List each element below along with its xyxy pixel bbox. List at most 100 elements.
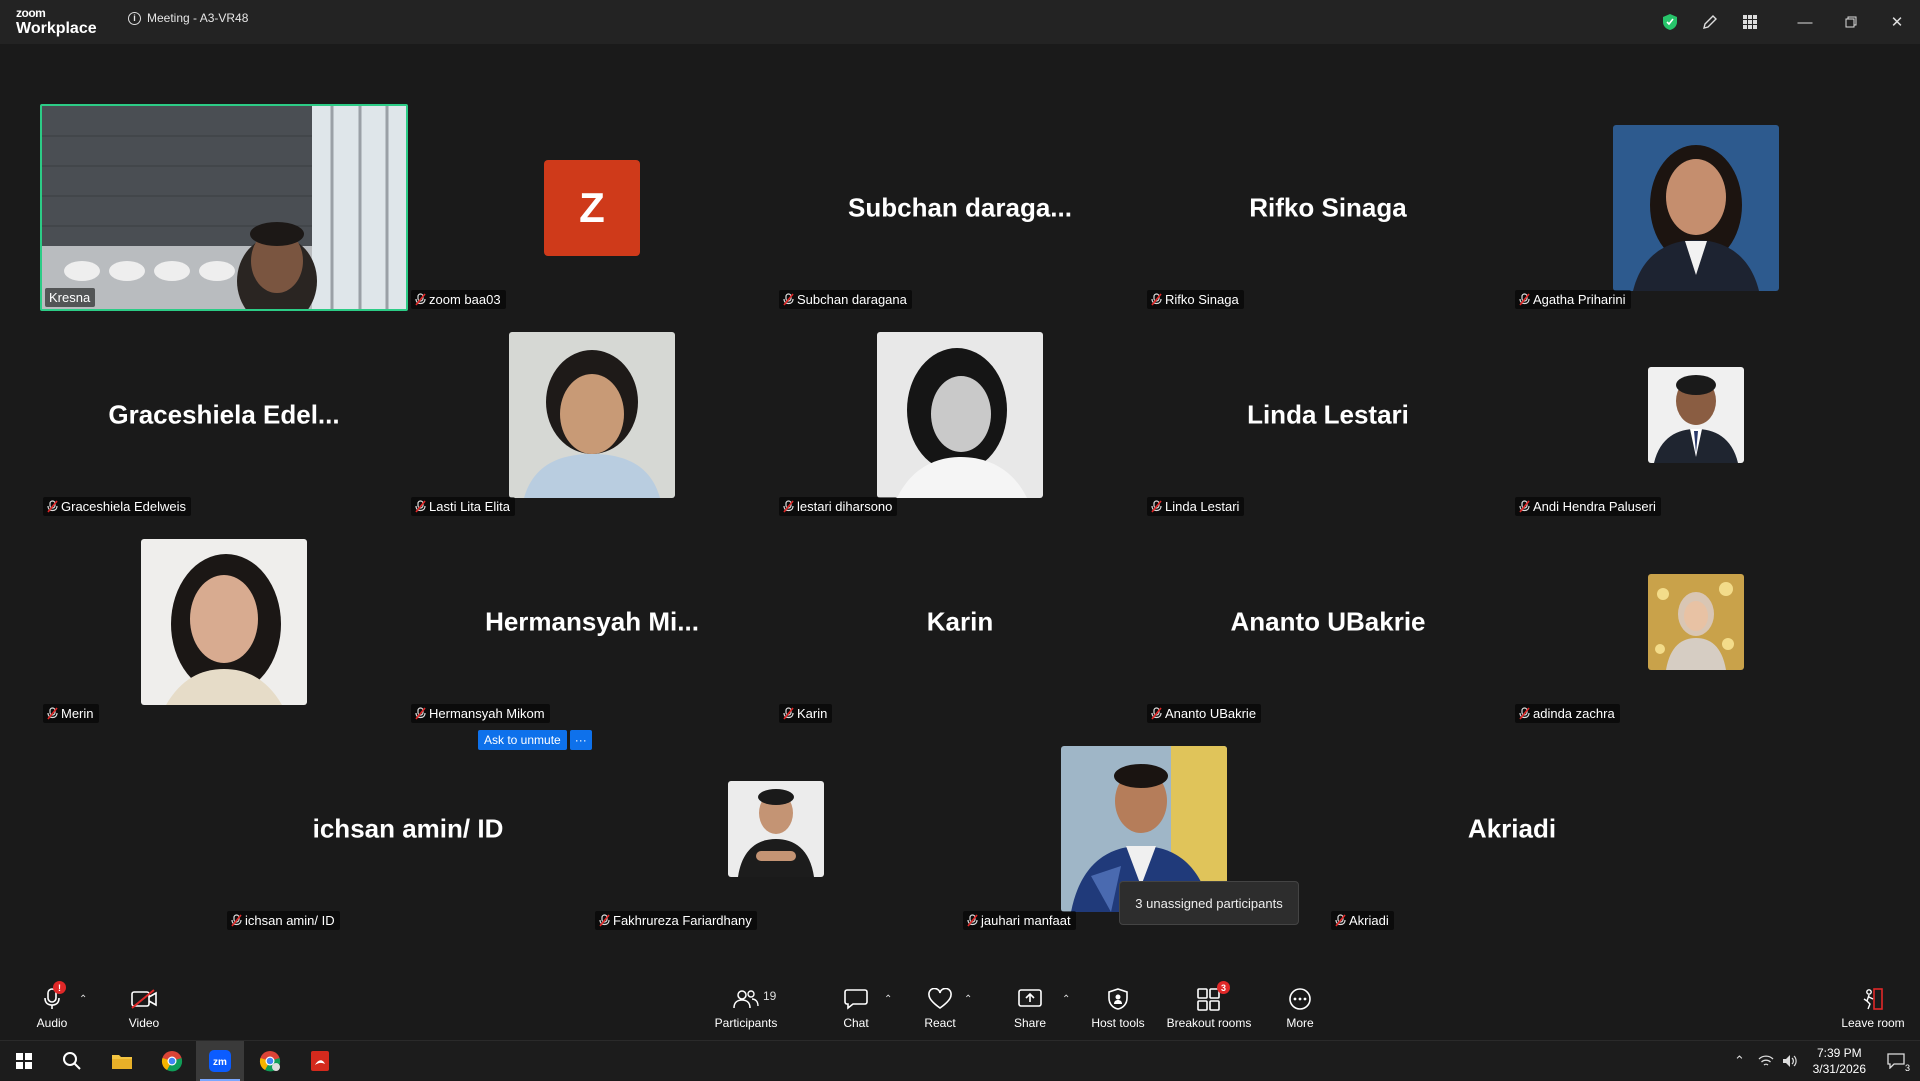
volume-icon[interactable]	[1782, 1041, 1798, 1081]
profile-photo	[1613, 124, 1779, 291]
participant-name-label: Agatha Priharini	[1515, 290, 1631, 309]
tile-more-options-button[interactable]: ···	[569, 730, 592, 750]
unassigned-participants-tooltip: 3 unassigned participants	[1119, 881, 1299, 925]
pdf-reader-icon[interactable]	[296, 1041, 344, 1081]
clock-time: 7:39 PM	[1816, 1046, 1862, 1060]
video-tile[interactable]: Linda Lestari Linda Lestari	[1144, 311, 1512, 518]
audio-button[interactable]: ! Audio	[32, 980, 72, 1040]
mic-muted-icon	[47, 500, 58, 513]
mic-muted-icon	[783, 293, 794, 306]
close-icon[interactable]: ✕	[1874, 0, 1920, 44]
search-icon[interactable]	[48, 1041, 96, 1081]
network-icon[interactable]	[1758, 1041, 1774, 1081]
video-tile[interactable]: Z zoom baa03	[408, 104, 776, 311]
mic-muted-icon	[231, 914, 242, 927]
participant-name-label: Subchan daragana	[779, 290, 912, 309]
participant-name-label: Hermansyah Mikom	[411, 704, 550, 723]
participant-display-name: Subchan daraga...	[848, 192, 1072, 222]
react-button[interactable]: React	[920, 980, 960, 1040]
pencil-icon[interactable]	[1690, 0, 1730, 44]
participants-button[interactable]: 19 Participants	[711, 980, 781, 1040]
title-bar: zoom Workplace i Meeting - A3-VR48 — ✕	[0, 0, 1920, 44]
participant-name-label: Merin	[43, 704, 99, 723]
chat-options-caret[interactable]: ⌃	[884, 994, 892, 1005]
video-tile[interactable]: Ananto UBakrie Ananto UBakrie	[1144, 518, 1512, 725]
participant-name-label: Akriadi	[1331, 911, 1394, 930]
participant-display-name: ichsan amin/ ID	[312, 813, 504, 843]
clock-date: 3/31/2026	[1812, 1062, 1866, 1076]
more-button[interactable]: More	[1280, 980, 1320, 1040]
video-tile[interactable]: Agatha Priharini	[1512, 104, 1880, 311]
video-tile[interactable]: Lasti Lita Elita	[408, 311, 776, 518]
participant-display-name: Linda Lestari	[1247, 399, 1409, 429]
video-tile[interactable]: ichsan amin/ ID ichsan amin/ ID	[224, 725, 592, 932]
audio-options-caret[interactable]: ⌃	[79, 994, 87, 1005]
participant-name-label: Karin	[779, 704, 833, 723]
leave-room-button[interactable]: Leave room	[1836, 980, 1910, 1040]
windows-start-icon[interactable]	[0, 1041, 48, 1081]
video-tile[interactable]: Hermansyah Mi... Hermansyah Mikom	[408, 518, 776, 725]
zoom-workplace-logo: zoom Workplace	[16, 7, 97, 37]
share-screen-icon	[1017, 985, 1043, 1013]
video-tile[interactable]: Subchan daraga... Subchan daragana	[776, 104, 1144, 311]
tooltip-text: 3 unassigned participants	[1135, 895, 1283, 911]
mic-muted-icon	[415, 707, 426, 720]
more-icon	[1288, 985, 1312, 1013]
participant-name-label: Fakhrureza Fariardhany	[595, 911, 757, 930]
video-tile[interactable]: Graceshiela Edel... Graceshiela Edelweis	[40, 311, 408, 518]
video-tile[interactable]: Karin Karin	[776, 518, 1144, 725]
mic-muted-icon: !	[42, 981, 66, 1013]
react-options-caret[interactable]: ⌃	[964, 994, 972, 1005]
video-tile[interactable]: Fakhrureza Fariardhany	[592, 725, 960, 932]
participant-name-label: ichsan amin/ ID	[227, 911, 340, 930]
info-icon[interactable]: i	[128, 11, 141, 25]
mic-muted-icon	[783, 707, 794, 720]
notification-icon[interactable]: 3	[1878, 1041, 1914, 1081]
file-explorer-icon[interactable]	[98, 1041, 146, 1081]
video-tile[interactable]: Kresna	[40, 104, 408, 311]
participant-display-name: Karin	[926, 606, 994, 636]
breakout-badge: 3	[1217, 981, 1230, 994]
taskbar-clock[interactable]: 7:39 PM 3/31/2026	[1813, 1045, 1866, 1077]
share-options-caret[interactable]: ⌃	[1062, 994, 1070, 1005]
chrome-icon[interactable]	[148, 1041, 196, 1081]
video-tile[interactable]: Andi Hendra Paluseri	[1512, 311, 1880, 518]
restore-icon[interactable]	[1828, 0, 1874, 44]
participants-count: 19	[763, 989, 777, 1003]
chrome-profile-icon[interactable]	[246, 1041, 294, 1081]
windows-taskbar: zm ⌃ 7:39 PM 3/31/2026 3	[0, 1040, 1920, 1081]
shield-icon[interactable]	[1650, 0, 1690, 44]
video-button[interactable]: Video	[124, 980, 164, 1040]
host-tools-button[interactable]: Host tools	[1088, 980, 1148, 1040]
minimize-icon[interactable]: —	[1782, 0, 1828, 44]
share-button[interactable]: Share	[1010, 980, 1050, 1040]
video-tile[interactable]: Akriadi Akriadi	[1328, 725, 1696, 932]
host-shield-icon	[1107, 985, 1129, 1013]
leave-icon	[1860, 985, 1886, 1013]
video-tile[interactable]: adinda zachra	[1512, 518, 1880, 725]
mic-muted-icon	[599, 914, 610, 927]
breakout-rooms-button[interactable]: 3 Breakout rooms	[1164, 980, 1254, 1040]
mic-muted-icon	[1151, 707, 1162, 720]
video-tile[interactable]: lestari diharsono	[776, 311, 1144, 518]
apps-grid-icon[interactable]	[1730, 0, 1770, 44]
participant-display-name: Rifko Sinaga	[1249, 192, 1407, 222]
svg-text:zm: zm	[213, 1057, 227, 1068]
participant-display-name: Graceshiela Edel...	[108, 399, 340, 429]
participant-name-label: Graceshiela Edelweis	[43, 497, 192, 516]
tray-overflow-icon[interactable]: ⌃	[1734, 1041, 1745, 1081]
participant-name-label: Linda Lestari	[1147, 497, 1245, 516]
chat-button[interactable]: Chat	[836, 980, 876, 1040]
video-tile[interactable]: Merin	[40, 518, 408, 725]
breakout-rooms-icon: 3	[1196, 981, 1230, 1013]
zoom-taskbar-icon[interactable]: zm	[196, 1041, 244, 1081]
profile-photo	[877, 331, 1043, 498]
meeting-info[interactable]: i Meeting - A3-VR48	[128, 11, 248, 25]
video-tile[interactable]: Rifko Sinaga Rifko Sinaga	[1144, 104, 1512, 311]
mic-muted-icon	[967, 914, 978, 927]
participants-icon: 19	[733, 985, 776, 1013]
ask-to-unmute-button[interactable]: Ask to unmute	[478, 730, 567, 750]
profile-photo	[1648, 366, 1744, 463]
participant-name-label: Andi Hendra Paluseri	[1515, 497, 1661, 516]
participant-name-label: lestari diharsono	[779, 497, 898, 516]
